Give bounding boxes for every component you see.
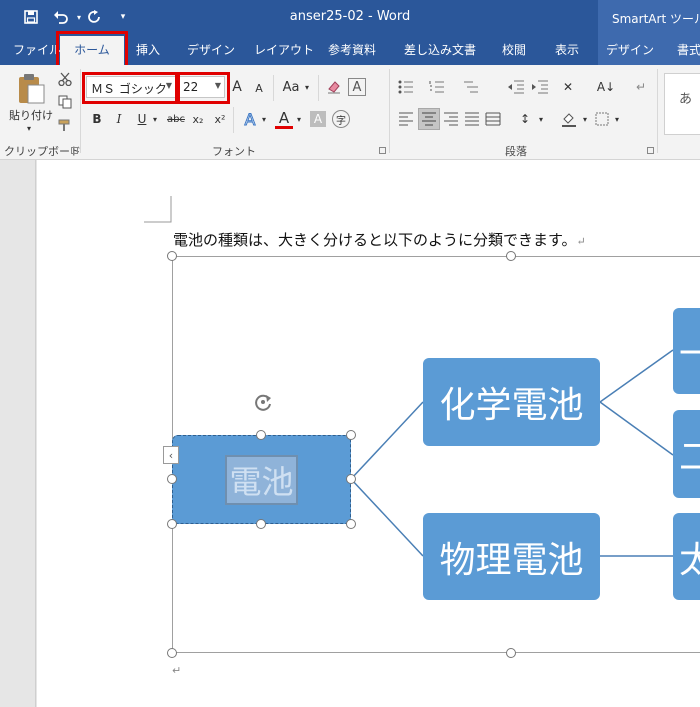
node-resize-handle[interactable] [256,519,266,529]
node-resize-handle[interactable] [346,430,356,440]
root-node-text: 電池 [225,454,298,505]
smartart-node-level2[interactable]: 太 [673,513,700,600]
smartart-node-level2[interactable]: 二 [673,410,700,498]
smartart-node-chemical-battery[interactable]: 化学電池 [423,358,600,446]
node-resize-handle[interactable] [256,430,266,440]
text-pane-toggle-icon[interactable]: ‹ [163,446,179,464]
rotate-handle-icon[interactable] [251,390,275,414]
smartart-node-physical-battery[interactable]: 物理電池 [423,513,600,600]
node-resize-handle[interactable] [346,474,356,484]
node-resize-handle[interactable] [167,474,177,484]
node-resize-handle[interactable] [167,519,177,529]
node-resize-handle[interactable] [346,519,356,529]
end-paragraph-mark-icon: ↵ [172,664,182,677]
smartart-node-root[interactable]: 電池 [172,435,351,524]
smartart-node-level2[interactable]: 一 [673,308,700,394]
smartart-connectors [350,349,674,557]
